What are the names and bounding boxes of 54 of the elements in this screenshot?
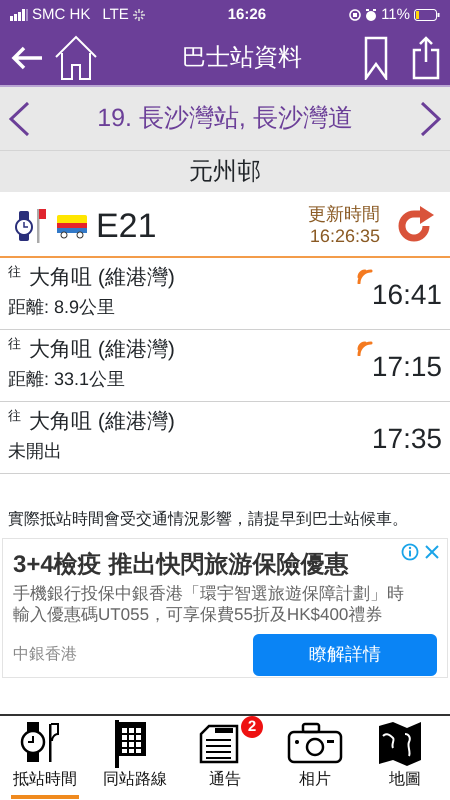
loading-icon [132,9,145,21]
arrival-detail: 未開出 [8,440,63,462]
previous-station-button[interactable] [8,100,30,136]
route-number: E21 [96,206,158,246]
destination-name: 大角咀 (維港灣) [29,265,175,291]
tab[interactable]: 同站路線 [90,716,180,800]
notice-text: 實際抵站時間會受交通情況影響，請提早到巴士站候車。 [7,510,409,530]
direction-label: 往 [8,335,21,353]
arrival-time: 17:15 [372,350,442,384]
advertiser-name: 中銀香港 [13,644,77,664]
watch-icon [14,211,36,241]
ad-body-line: 手機銀行投保中銀香港「環宇智選旅遊保障計劃」時 [13,583,405,604]
back-arrow-icon [10,44,44,70]
ad-headline: 3+4檢疫 推出快閃旅游保險優惠 [13,550,350,580]
bookmark-button[interactable] [364,36,388,80]
direction-label: 往 [8,263,21,281]
close-icon[interactable] [423,543,441,561]
status-time: 16:26 [228,4,266,25]
bookmark-icon [364,36,388,80]
arrival-detail: 距離: 8.9公里 [8,296,116,318]
station-name: 19. 長沙灣站, 長沙灣道 [97,102,353,134]
header-title: 巴士站資料 [181,42,303,72]
carrier-name: SMC HK [32,4,90,25]
tab[interactable]: 2 通告 [180,716,270,800]
ad-body-line: 輸入優惠碼UT055，可享保費55折及HK$400禮券 [13,604,384,626]
info-icon[interactable] [401,543,419,561]
rotation-lock-icon [349,9,362,21]
network-type: LTE [102,4,129,25]
district-name: 元州邨 [189,156,261,186]
direction-label: 往 [8,407,21,425]
next-station-button[interactable] [420,100,442,136]
bus-icon [56,213,88,239]
tab[interactable]: 相片 [270,716,360,800]
destination-name: 大角咀 (維港灣) [29,337,175,363]
battery-icon [414,9,440,21]
bus-stop-sign-icon [36,209,46,243]
share-icon [412,36,440,80]
battery-percent: 11% [381,4,410,25]
destination-name: 大角咀 (維港灣) [29,409,175,435]
tab[interactable]: 抵站時間 [0,716,90,800]
chevron-left-icon [8,100,30,136]
signal-icon [10,9,28,21]
share-button[interactable] [412,36,440,80]
alarm-icon [365,9,378,21]
learn-more-button[interactable]: 瞭解詳情 [253,634,437,676]
arrival-time: 17:35 [372,422,442,456]
arrival-detail: 距離: 33.1公里 [8,368,126,390]
notification-count: 2 [241,716,263,738]
update-label: 更新時間 [308,204,380,226]
tab[interactable]: 地圖 [360,716,450,800]
chevron-right-icon [420,100,442,136]
arrival-time: 16:41 [372,278,442,312]
back-button[interactable] [10,44,44,70]
update-time: 16:26:35 [308,226,380,248]
